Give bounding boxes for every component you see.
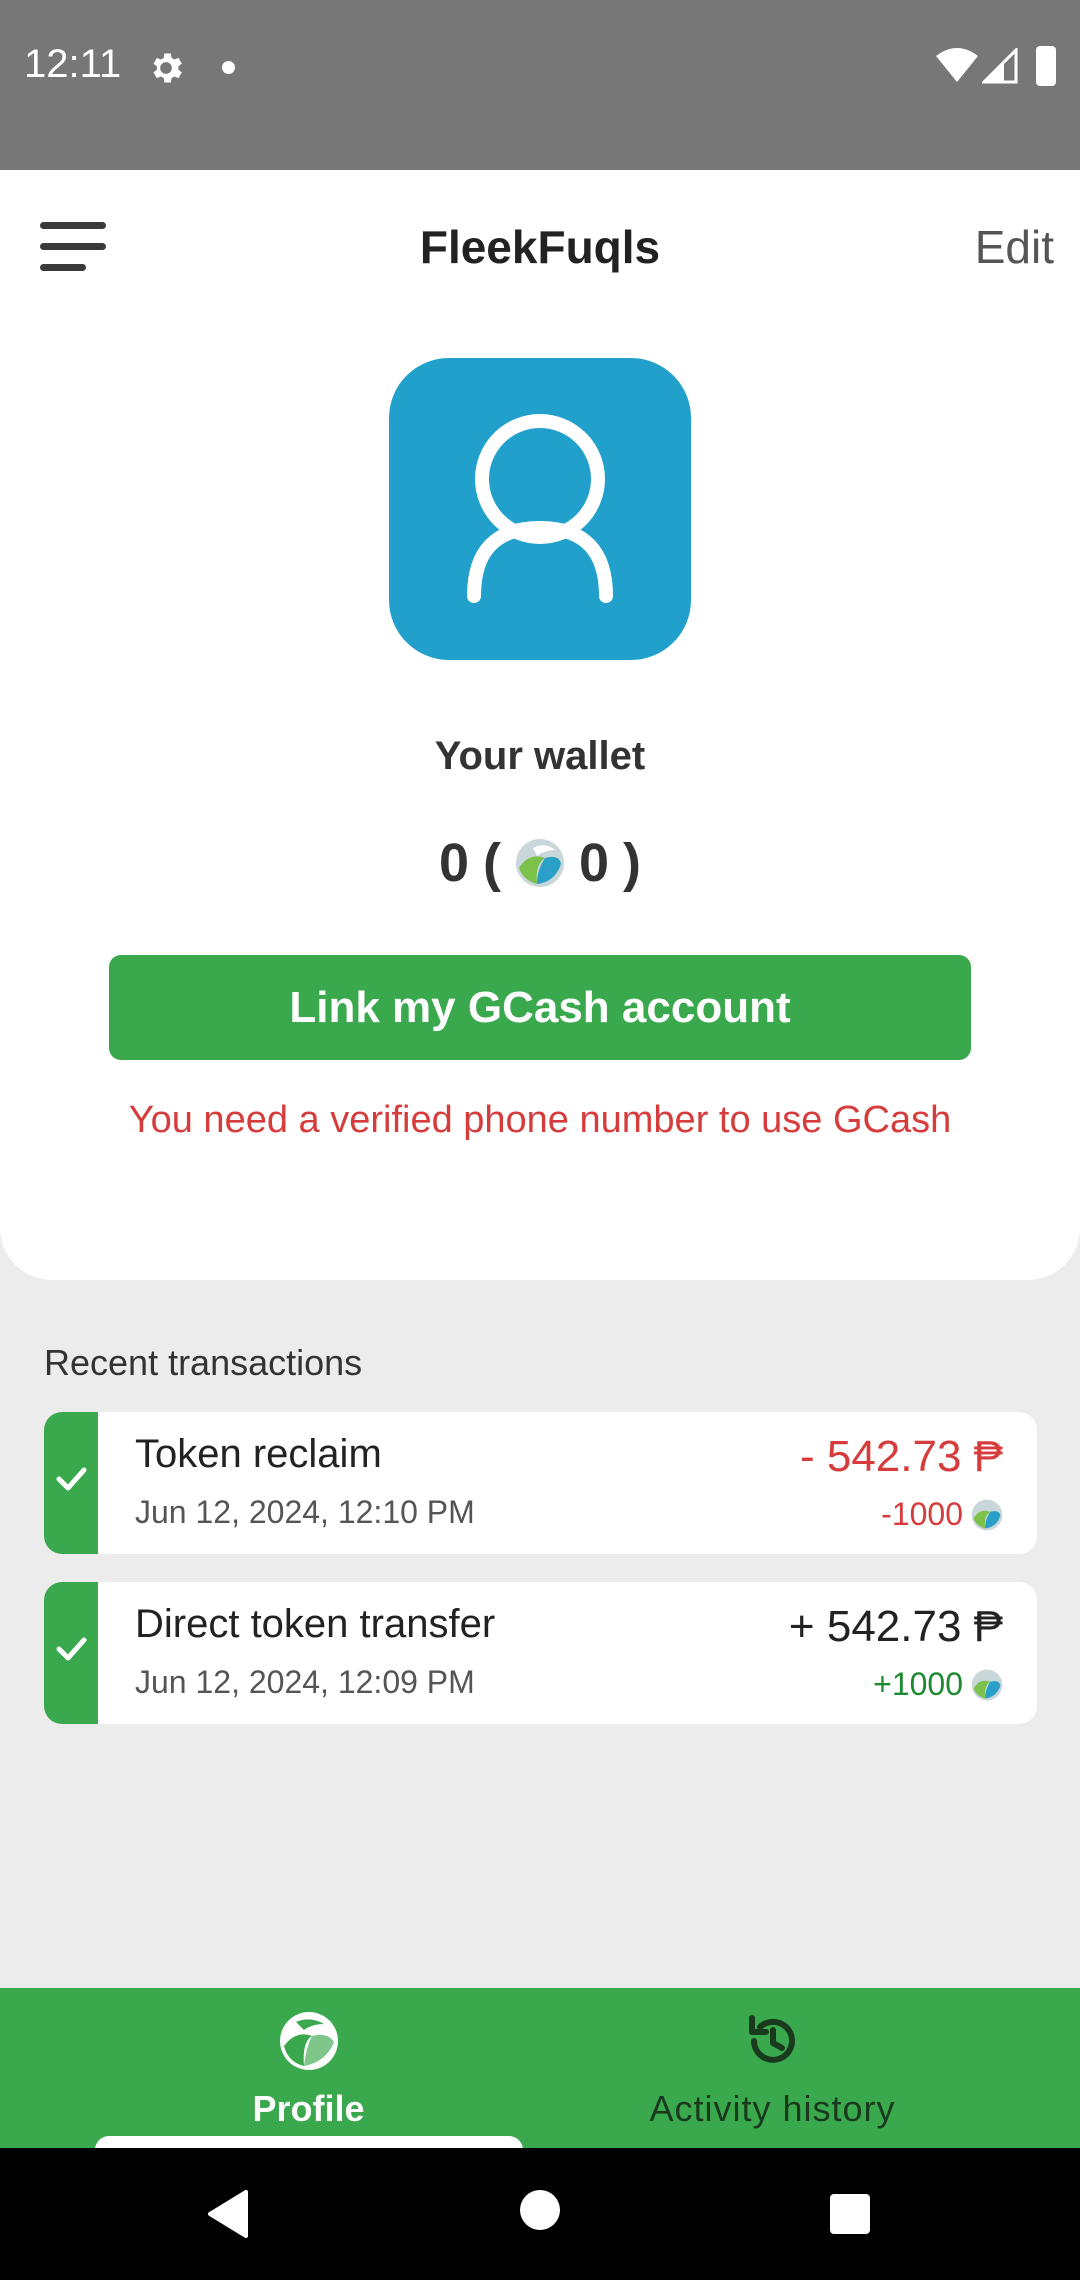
transaction-token-value: +1000 bbox=[873, 1666, 963, 1702]
transaction-row[interactable]: Direct token transfer Jun 12, 2024, 12:0… bbox=[44, 1582, 1037, 1724]
balance-value: 0 bbox=[438, 833, 470, 893]
nav-tab-activity-history[interactable]: Activity history bbox=[540, 1988, 1080, 2148]
token-coin-icon bbox=[971, 1669, 1003, 1700]
balance-open-paren: ( bbox=[483, 833, 501, 893]
wifi-icon bbox=[936, 48, 978, 82]
home-icon[interactable] bbox=[520, 2190, 560, 2230]
checkmark-icon bbox=[56, 1467, 87, 1491]
token-coin-icon bbox=[971, 1499, 1003, 1530]
recent-apps-icon[interactable] bbox=[830, 2194, 870, 2234]
recent-transactions-label: Recent transactions bbox=[44, 1342, 363, 1383]
wallet-balance: 0 ( 0 ) bbox=[0, 832, 1080, 894]
status-time: 12:11 bbox=[24, 42, 122, 86]
settings-gear-icon bbox=[153, 53, 182, 83]
checkmark-icon bbox=[56, 1637, 87, 1661]
transaction-title: Direct token transfer bbox=[135, 1602, 496, 1646]
token-balance-value: 0 bbox=[579, 833, 610, 893]
status-bar: 12:11 bbox=[0, 0, 1080, 170]
transaction-token-value: -1000 bbox=[881, 1496, 963, 1532]
transaction-date: Jun 12, 2024, 12:10 PM bbox=[135, 1494, 475, 1530]
transaction-status-bar bbox=[44, 1582, 98, 1724]
transaction-amount: + 542.73 ₱ bbox=[788, 1602, 1003, 1651]
cell-signal-icon bbox=[982, 48, 1018, 84]
transaction-amount: - 542.73 ₱ bbox=[799, 1432, 1003, 1481]
transaction-date: Jun 12, 2024, 12:09 PM bbox=[135, 1664, 475, 1700]
system-nav-bar bbox=[0, 2148, 1080, 2280]
history-icon bbox=[749, 2015, 795, 2063]
back-icon[interactable] bbox=[206, 2188, 250, 2240]
transaction-row[interactable]: Token reclaim Jun 12, 2024, 12:10 PM - 5… bbox=[44, 1412, 1037, 1554]
transaction-title: Token reclaim bbox=[135, 1432, 382, 1476]
token-coin-icon bbox=[516, 839, 564, 887]
globe-leaf-icon bbox=[280, 2012, 338, 2070]
nav-label-activity-history: Activity history bbox=[649, 2088, 896, 2129]
screen: 12:11 FleekFuqls Edit Your wallet 0 (0 … bbox=[0, 0, 1080, 2280]
battery-icon bbox=[1036, 46, 1056, 86]
gcash-warning-text: You need a verified phone number to use … bbox=[128, 1099, 952, 1141]
notification-dot-icon bbox=[222, 61, 235, 74]
avatar[interactable] bbox=[389, 358, 691, 660]
nav-label-profile: Profile bbox=[252, 2088, 365, 2129]
wallet-label: Your wallet bbox=[434, 734, 646, 778]
user-icon bbox=[467, 414, 613, 603]
link-gcash-button[interactable]: Link my GCash account bbox=[109, 955, 971, 1060]
balance-close-paren: ) bbox=[623, 833, 642, 893]
transaction-tokens: +1000 bbox=[873, 1666, 1003, 1703]
nav-tab-profile[interactable]: Profile bbox=[0, 1988, 540, 2148]
page-title: FleekFuqls bbox=[419, 221, 661, 273]
transaction-tokens: -1000 bbox=[881, 1496, 1003, 1533]
bottom-nav: Profile Activity history bbox=[0, 1988, 1080, 2148]
edit-button[interactable]: Edit bbox=[975, 220, 1054, 274]
transaction-status-bar bbox=[44, 1412, 98, 1554]
